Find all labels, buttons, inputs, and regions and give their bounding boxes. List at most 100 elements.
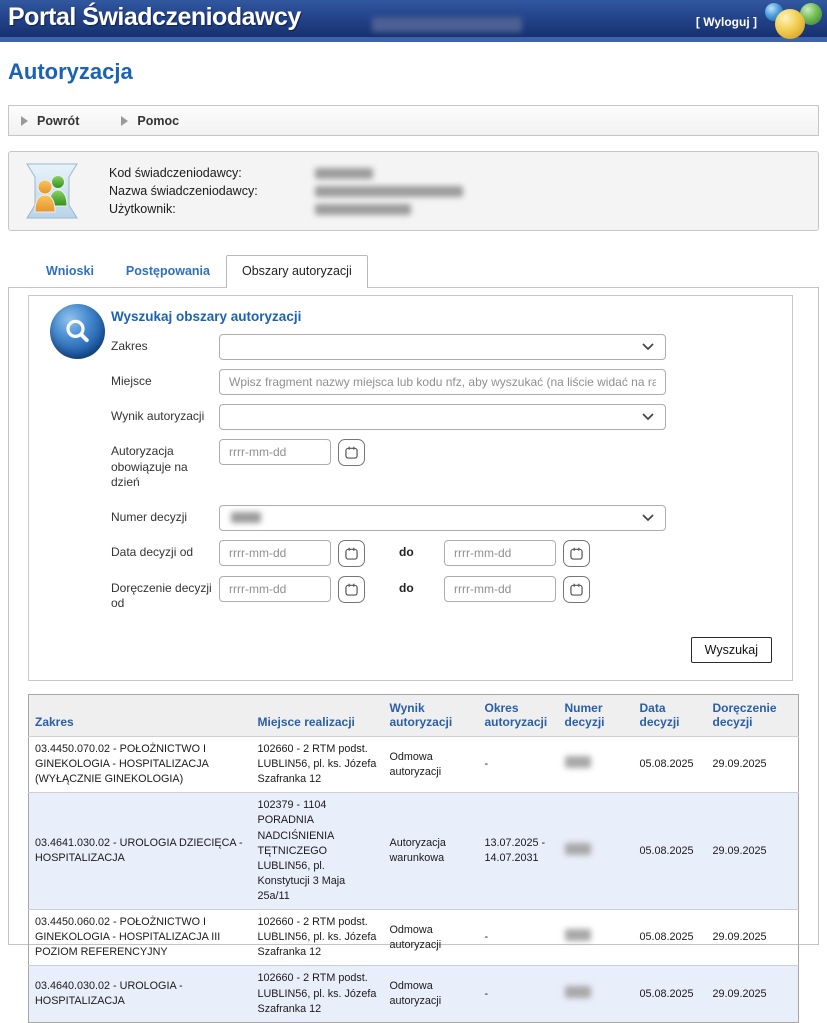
results-table-wrap: Zakres Miejsce realizacji Wynik autoryza… <box>28 694 793 1023</box>
provider-fields: Kod świadczeniodawcy: Nazwa świadczeniod… <box>109 166 615 216</box>
arrow-right-icon <box>121 116 128 126</box>
cell-data: 05.08.2025 <box>634 793 707 910</box>
col-doreczenie[interactable]: Doręczenie decyzji <box>707 694 799 736</box>
col-wynik[interactable]: Wynik autoryzacji <box>384 694 479 736</box>
help-button[interactable]: Pomoc <box>117 114 183 128</box>
provider-code-value-redacted <box>315 168 373 179</box>
cell-doreczenie: 29.09.2025 <box>707 793 799 910</box>
data-decyzji-od-input[interactable] <box>219 540 331 566</box>
cell-miejsce: 102660 - 2 RTM podst. LUBLIN56, pl. ks. … <box>252 736 384 792</box>
cell-zakres: 03.4450.060.02 - POŁOŻNICTWO I GINEKOLOG… <box>29 910 252 966</box>
provider-info-box: Kod świadczeniodawcy: Nazwa świadczeniod… <box>8 151 819 231</box>
search-button[interactable]: Wyszukaj <box>691 637 772 663</box>
table-row[interactable]: 03.4641.030.02 - UROLOGIA DZIECIĘCA - HO… <box>29 793 799 910</box>
back-button[interactable]: Powrót <box>17 114 83 128</box>
calendar-button[interactable] <box>563 540 590 567</box>
cell-zakres: 03.4641.030.02 - UROLOGIA DZIECIĘCA - HO… <box>29 793 252 910</box>
cell-zakres: 03.4450.070.02 - POŁOŻNICTWO I GINEKOLOG… <box>29 736 252 792</box>
cell-doreczenie: 29.09.2025 <box>707 736 799 792</box>
wynik-autoryzacji-label: Wynik autoryzacji <box>111 404 219 425</box>
cell-okres: 13.07.2025 - 14.07.2031 <box>479 793 559 910</box>
data-decyzji-od-label: Data decyzji od <box>111 540 219 561</box>
tab-postepowania[interactable]: Postępowania <box>110 256 226 287</box>
help-label: Pomoc <box>137 114 179 128</box>
tab-bar: Wnioski Postępowania Obszary autoryzacji <box>8 255 819 287</box>
obowiazuje-na-dzien-label: Autoryzacja obowiązuje na dzień <box>111 439 219 491</box>
tab-obszary-autoryzacji[interactable]: Obszary autoryzacji <box>226 255 368 288</box>
calendar-icon <box>345 547 358 560</box>
col-numer[interactable]: Numer decyzji <box>559 694 634 736</box>
chevron-down-icon <box>642 343 654 351</box>
data-decyzji-do-input[interactable] <box>444 540 556 566</box>
col-okres[interactable]: Okres autoryzacji <box>479 694 559 736</box>
cell-data: 05.08.2025 <box>634 966 707 1022</box>
zakres-select[interactable] <box>219 334 666 360</box>
calendar-icon <box>345 583 358 596</box>
cell-doreczenie: 29.09.2025 <box>707 910 799 966</box>
cell-okres: - <box>479 966 559 1022</box>
do-label: do <box>399 545 444 559</box>
header-strip <box>0 37 827 42</box>
cell-numer-redacted <box>559 736 634 792</box>
cell-data: 05.08.2025 <box>634 736 707 792</box>
chevron-down-icon <box>642 514 654 522</box>
cell-miejsce: 102379 - 1104 PORADNIA NADCIŚNIENIA TĘTN… <box>252 793 384 910</box>
cell-wynik: Autoryzacja warunkowa <box>384 793 479 910</box>
cell-wynik: Odmowa autoryzacji <box>384 910 479 966</box>
provider-name-label: Nazwa świadczeniodawcy: <box>109 184 315 198</box>
provider-user-value-redacted <box>315 204 411 215</box>
cell-miejsce: 102660 - 2 RTM podst. LUBLIN56, pl. ks. … <box>252 966 384 1022</box>
tab-content-panel: Wyszukaj obszary autoryzacji Zakres Miej… <box>8 287 819 945</box>
do-label: do <box>399 581 444 595</box>
cell-okres: - <box>479 736 559 792</box>
back-label: Powrót <box>37 114 79 128</box>
cell-numer-redacted <box>559 910 634 966</box>
toolbar: Powrót Pomoc <box>8 105 819 136</box>
table-row[interactable]: 03.4640.030.02 - UROLOGIA - HOSPITALIZAC… <box>29 966 799 1022</box>
col-miejsce[interactable]: Miejsce realizacji <box>252 694 384 736</box>
provider-name-value-redacted <box>315 186 463 197</box>
tab-wnioski[interactable]: Wnioski <box>30 256 110 287</box>
numer-decyzji-select[interactable] <box>219 505 666 531</box>
cell-wynik: Odmowa autoryzacji <box>384 966 479 1022</box>
col-zakres[interactable]: Zakres <box>29 694 252 736</box>
col-data[interactable]: Data decyzji <box>634 694 707 736</box>
doreczenie-decyzji-do-input[interactable] <box>444 576 556 602</box>
miejsce-input[interactable] <box>219 369 666 395</box>
calendar-button[interactable] <box>338 540 365 567</box>
miejsce-label: Miejsce <box>111 369 219 390</box>
cell-data: 05.08.2025 <box>634 910 707 966</box>
provider-people-icon <box>25 162 79 220</box>
search-icon <box>50 304 105 359</box>
cell-okres: - <box>479 910 559 966</box>
page-title: Autoryzacja <box>8 59 819 85</box>
doreczenie-decyzji-od-label: Doręczenie decyzji od <box>111 576 219 612</box>
wynik-autoryzacji-select[interactable] <box>219 404 666 430</box>
cell-numer-redacted <box>559 966 634 1022</box>
numer-decyzji-value-redacted <box>231 512 261 523</box>
calendar-button[interactable] <box>338 576 365 603</box>
cell-zakres: 03.4640.030.02 - UROLOGIA - HOSPITALIZAC… <box>29 966 252 1022</box>
header-redacted-text <box>372 17 522 32</box>
doreczenie-decyzji-od-input[interactable] <box>219 576 331 602</box>
obowiazuje-na-dzien-input[interactable] <box>219 439 331 465</box>
calendar-icon <box>345 446 358 459</box>
numer-decyzji-label: Numer decyzji <box>111 505 219 526</box>
cell-numer-redacted <box>559 793 634 910</box>
results-table: Zakres Miejsce realizacji Wynik autoryza… <box>28 694 799 1023</box>
app-title: Portal Świadczeniodawcy <box>8 3 301 32</box>
search-form: Wyszukaj obszary autoryzacji Zakres Miej… <box>28 295 793 681</box>
calendar-icon <box>570 583 583 596</box>
calendar-icon <box>570 547 583 560</box>
calendar-button[interactable] <box>338 439 365 466</box>
zakres-label: Zakres <box>111 334 219 355</box>
cell-doreczenie: 29.09.2025 <box>707 966 799 1022</box>
cell-wynik: Odmowa autoryzacji <box>384 736 479 792</box>
table-row[interactable]: 03.4450.070.02 - POŁOŻNICTWO I GINEKOLOG… <box>29 736 799 792</box>
logout-link[interactable]: [ Wyloguj ] <box>696 15 757 29</box>
provider-user-label: Użytkownik: <box>109 202 315 216</box>
calendar-button[interactable] <box>563 576 590 603</box>
table-row[interactable]: 03.4450.060.02 - POŁOŻNICTWO I GINEKOLOG… <box>29 910 799 966</box>
chevron-down-icon <box>642 413 654 421</box>
balloons-logo-icon <box>762 1 824 41</box>
